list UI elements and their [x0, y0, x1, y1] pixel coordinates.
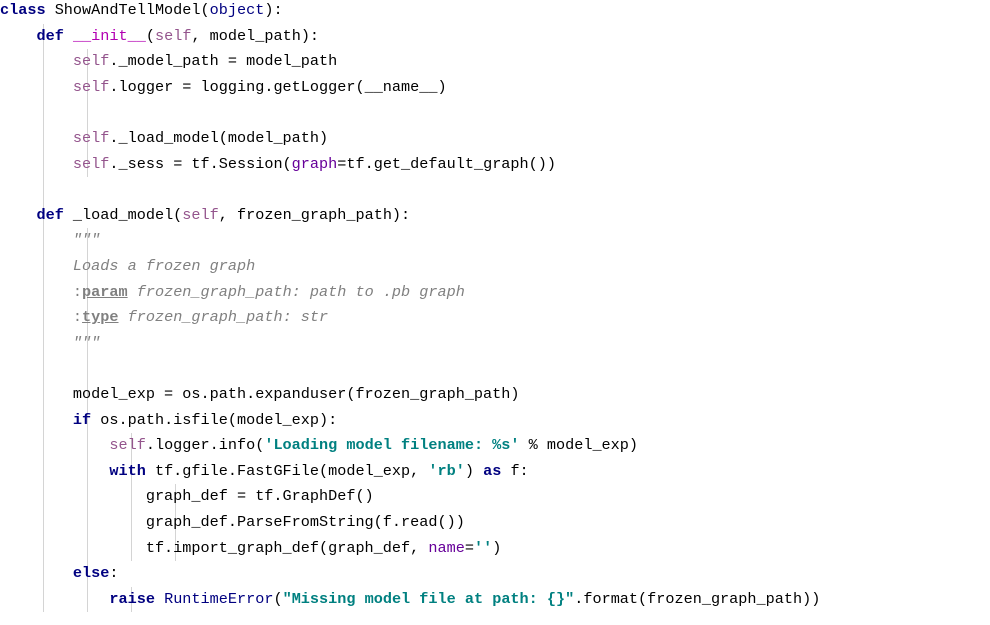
code-line: self.logger.info('Loading model filename… — [0, 433, 638, 459]
code-token: def — [36, 26, 64, 45]
code-line: class ShowAndTellModel(object): — [0, 0, 283, 24]
code-token: ( — [273, 589, 283, 608]
code-token: type — [82, 308, 119, 327]
code-token: , frozen_graph_path): — [218, 205, 411, 224]
code-line: tf.import_graph_def(graph_def, name='') — [0, 536, 502, 562]
code-token: """ — [72, 231, 101, 250]
code-token: raise — [109, 589, 155, 608]
code-token: 'Loading model filename: %s' — [264, 436, 520, 455]
code-token: tf.gfile.FastGFile(model_exp, — [145, 461, 429, 480]
code-token: % model_exp) — [519, 436, 639, 455]
code-token: f: — [501, 461, 529, 480]
code-token: ._sess = tf.Session( — [109, 154, 292, 173]
code-line: def __init__(self, model_path): — [0, 24, 319, 50]
code-line: :param frozen_graph_path: path to .pb gr… — [0, 280, 465, 306]
code-token: tf.import_graph_def(graph_def, — [0, 538, 429, 557]
code-token: self — [72, 154, 110, 173]
code-token: self — [72, 52, 110, 71]
code-line: self._model_path = model_path — [0, 49, 337, 75]
code-token: frozen_graph_path: str — [118, 308, 329, 327]
code-token: ( — [145, 26, 155, 45]
code-token: self — [72, 129, 110, 147]
code-token: """ — [72, 333, 101, 352]
code-token: object — [209, 1, 265, 19]
code-token: _load_model( — [63, 205, 183, 224]
code-token: self — [154, 26, 192, 45]
code-token: if — [72, 410, 92, 429]
code-line: raise RuntimeError("Missing model file a… — [0, 587, 820, 613]
code-token: ._load_model(model_path) — [109, 129, 329, 147]
code-token: self — [72, 77, 110, 96]
code-token: .logger = logging.getLogger(__name__) — [109, 77, 447, 96]
code-token: param — [82, 282, 128, 301]
code-line: def _load_model(self, frozen_graph_path)… — [0, 203, 410, 229]
code-token: "Missing model file at path: {}" — [282, 589, 575, 608]
code-line: graph_def.ParseFromString(f.read()) — [0, 510, 465, 536]
code-token: graph_def = tf.GraphDef() — [0, 487, 374, 506]
code-token: self — [109, 436, 146, 455]
code-token: else — [72, 564, 110, 583]
code-token: frozen_graph_path: path to .pb graph — [127, 282, 465, 301]
code-token: ) — [464, 461, 484, 480]
code-token: ShowAndTellModel( — [45, 1, 210, 19]
code-line: if os.path.isfile(model_exp): — [0, 408, 337, 434]
code-line: graph_def = tf.GraphDef() — [0, 484, 374, 510]
code-token: 'rb' — [428, 461, 465, 480]
code-token: name — [428, 538, 465, 557]
code-line: self._load_model(model_path) — [0, 126, 328, 152]
code-token: ._model_path = model_path — [109, 52, 338, 71]
code-token: class — [0, 1, 46, 19]
code-editor[interactable]: class ShowAndTellModel(object): def __in… — [0, 0, 990, 625]
code-line: """ — [0, 331, 100, 357]
code-token: ) — [492, 538, 502, 557]
code-token: RuntimeError — [164, 589, 274, 608]
code-token: = — [464, 538, 474, 557]
code-token: os.path.isfile(model_exp): — [91, 410, 338, 429]
code-token: .logger.info( — [145, 436, 265, 455]
code-token: graph — [291, 154, 338, 173]
code-line: model_exp = os.path.expanduser(frozen_gr… — [0, 382, 520, 408]
code-token: ): — [264, 1, 283, 19]
code-token: =tf.get_default_graph()) — [337, 154, 556, 173]
code-line: :type frozen_graph_path: str — [0, 305, 328, 331]
code-token: __init__ — [72, 26, 146, 45]
code-token: self — [182, 205, 219, 224]
code-token: : — [109, 564, 119, 583]
code-line: else: — [0, 561, 119, 587]
code-line: self._sess = tf.Session(graph=tf.get_def… — [0, 152, 556, 178]
code-token: , model_path): — [191, 26, 320, 45]
code-line: Loads a frozen graph — [0, 254, 255, 280]
code-token: model_exp = os.path.expanduser(frozen_gr… — [0, 385, 520, 403]
code-line: """ — [0, 228, 100, 254]
code-token: '' — [473, 538, 493, 557]
code-token: with — [109, 461, 146, 480]
code-line: self.logger = logging.getLogger(__name__… — [0, 75, 447, 101]
code-token: def — [36, 205, 64, 224]
code-token: : — [72, 282, 83, 301]
code-token: graph_def.ParseFromString(f.read()) — [0, 513, 465, 531]
code-token: as — [483, 461, 502, 480]
code-token: Loads a frozen graph — [72, 257, 256, 275]
code-token: .format(frozen_graph_path)) — [574, 589, 821, 608]
code-line: with tf.gfile.FastGFile(model_exp, 'rb')… — [0, 459, 529, 485]
code-token: : — [72, 308, 83, 327]
